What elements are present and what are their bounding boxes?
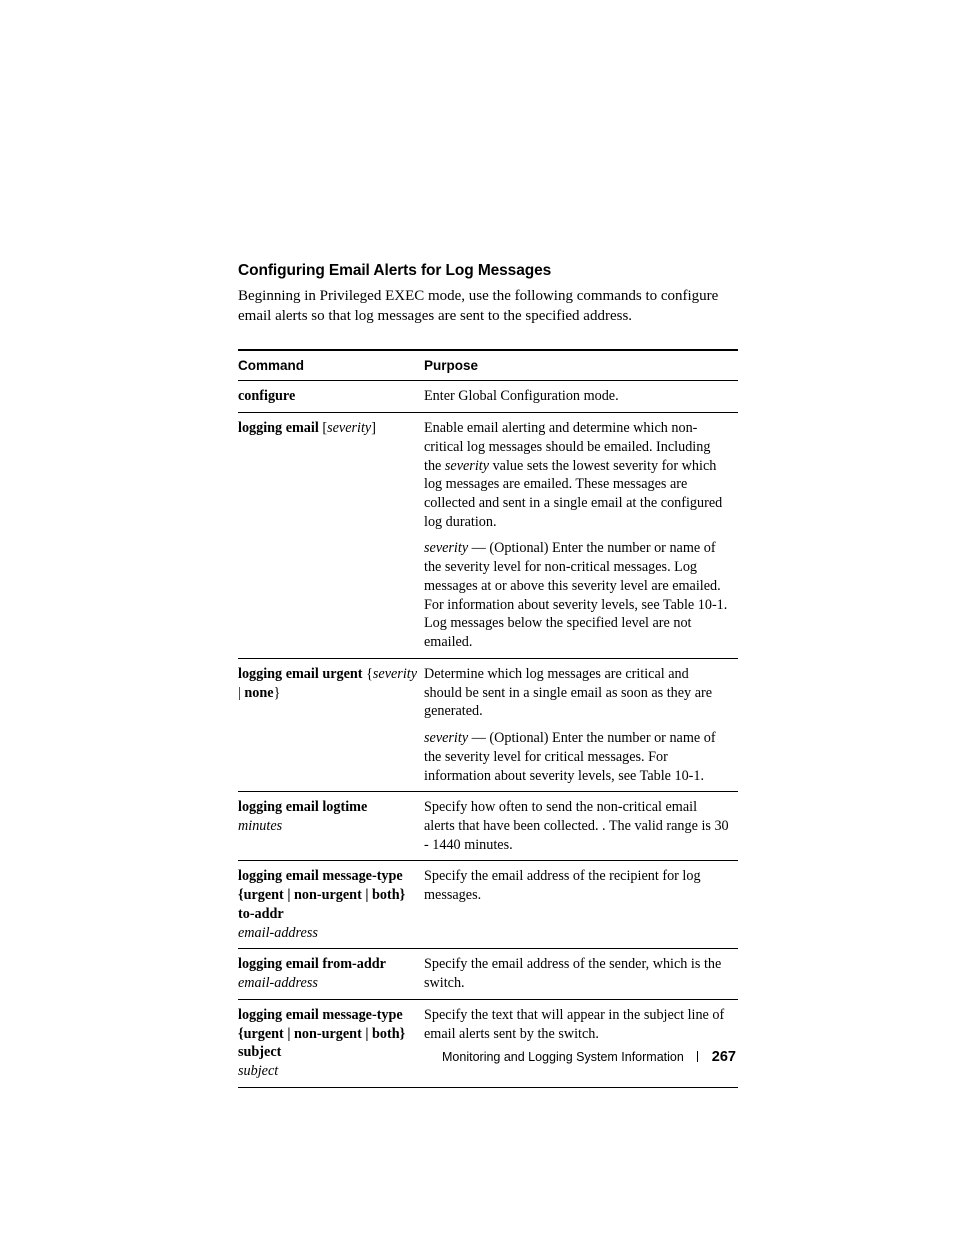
command-text: [ bbox=[319, 420, 327, 436]
purpose-cell: Specify the email address of the sender,… bbox=[424, 949, 738, 999]
page-footer: Monitoring and Logging System Informatio… bbox=[442, 1049, 736, 1065]
purpose-cell: severity — (Optional) Enter the number o… bbox=[424, 531, 738, 658]
table-row: severity — (Optional) Enter the number o… bbox=[238, 531, 738, 658]
command-cell: logging email from-addr email-address bbox=[238, 949, 424, 999]
command-cell: logging email urgent {severity | none} bbox=[238, 658, 424, 721]
purpose-text: — (Optional) Enter the number or name of… bbox=[424, 540, 727, 650]
command-text: logging email bbox=[238, 420, 319, 436]
command-cell: logging email message-type {urgent | non… bbox=[238, 861, 424, 949]
purpose-param: severity bbox=[424, 730, 468, 746]
table-row: configure Enter Global Configuration mod… bbox=[238, 381, 738, 413]
command-table: Command Purpose configure Enter Global C… bbox=[238, 349, 738, 1088]
command-text: logging email message-type {urgent | non… bbox=[238, 1007, 405, 1060]
table-row: logging email message-type {urgent | non… bbox=[238, 999, 738, 1087]
command-text: { bbox=[363, 666, 373, 682]
command-param: severity bbox=[373, 666, 417, 682]
command-text: logging email logtime bbox=[238, 799, 367, 815]
purpose-text: — (Optional) Enter the number or name of… bbox=[424, 730, 716, 783]
section-heading: Configuring Email Alerts for Log Message… bbox=[238, 262, 738, 280]
header-command: Command bbox=[238, 350, 424, 381]
command-param: minutes bbox=[238, 818, 282, 834]
footer-section-title: Monitoring and Logging System Informatio… bbox=[442, 1050, 684, 1064]
purpose-cell: Determine which log messages are critica… bbox=[424, 658, 738, 721]
command-param: subject bbox=[238, 1063, 278, 1079]
intro-paragraph: Beginning in Privileged EXEC mode, use t… bbox=[238, 286, 738, 327]
purpose-cell: severity — (Optional) Enter the number o… bbox=[424, 721, 738, 792]
command-text: logging email urgent bbox=[238, 666, 363, 682]
purpose-cell: Specify how often to send the non-critic… bbox=[424, 792, 738, 861]
command-cell: logging email [severity] bbox=[238, 413, 424, 532]
table-row: logging email urgent {severity | none} D… bbox=[238, 658, 738, 721]
purpose-cell: Enter Global Configuration mode. bbox=[424, 381, 738, 413]
page-number: 267 bbox=[712, 1049, 736, 1065]
purpose-param: severity bbox=[445, 458, 489, 474]
table-row: logging email from-addr email-address Sp… bbox=[238, 949, 738, 999]
table-row: severity — (Optional) Enter the number o… bbox=[238, 721, 738, 792]
command-text: logging email message-type {urgent | non… bbox=[238, 868, 405, 921]
command-text: none bbox=[244, 685, 273, 701]
table-row: logging email logtime minutes Specify ho… bbox=[238, 792, 738, 861]
command-param: severity bbox=[327, 420, 371, 436]
table-header-row: Command Purpose bbox=[238, 350, 738, 381]
command-cell: logging email message-type {urgent | non… bbox=[238, 999, 424, 1087]
footer-separator-icon bbox=[697, 1051, 698, 1062]
purpose-cell: Enable email alerting and determine whic… bbox=[424, 413, 738, 532]
command-cell bbox=[238, 721, 424, 792]
command-cell: configure bbox=[238, 381, 424, 413]
command-param: email-address bbox=[238, 925, 318, 941]
command-param: email-address bbox=[238, 975, 318, 991]
command-text: ] bbox=[371, 420, 376, 436]
page-content: Configuring Email Alerts for Log Message… bbox=[238, 262, 738, 1088]
command-text: configure bbox=[238, 388, 295, 404]
command-text: } bbox=[274, 685, 281, 701]
table-row: logging email message-type {urgent | non… bbox=[238, 861, 738, 949]
command-cell bbox=[238, 531, 424, 658]
command-text: logging email from-addr bbox=[238, 956, 386, 972]
purpose-cell: Specify the text that will appear in the… bbox=[424, 999, 738, 1087]
command-cell: logging email logtime minutes bbox=[238, 792, 424, 861]
purpose-cell: Specify the email address of the recipie… bbox=[424, 861, 738, 949]
purpose-param: severity bbox=[424, 540, 468, 556]
table-row: logging email [severity] Enable email al… bbox=[238, 413, 738, 532]
header-purpose: Purpose bbox=[424, 350, 738, 381]
